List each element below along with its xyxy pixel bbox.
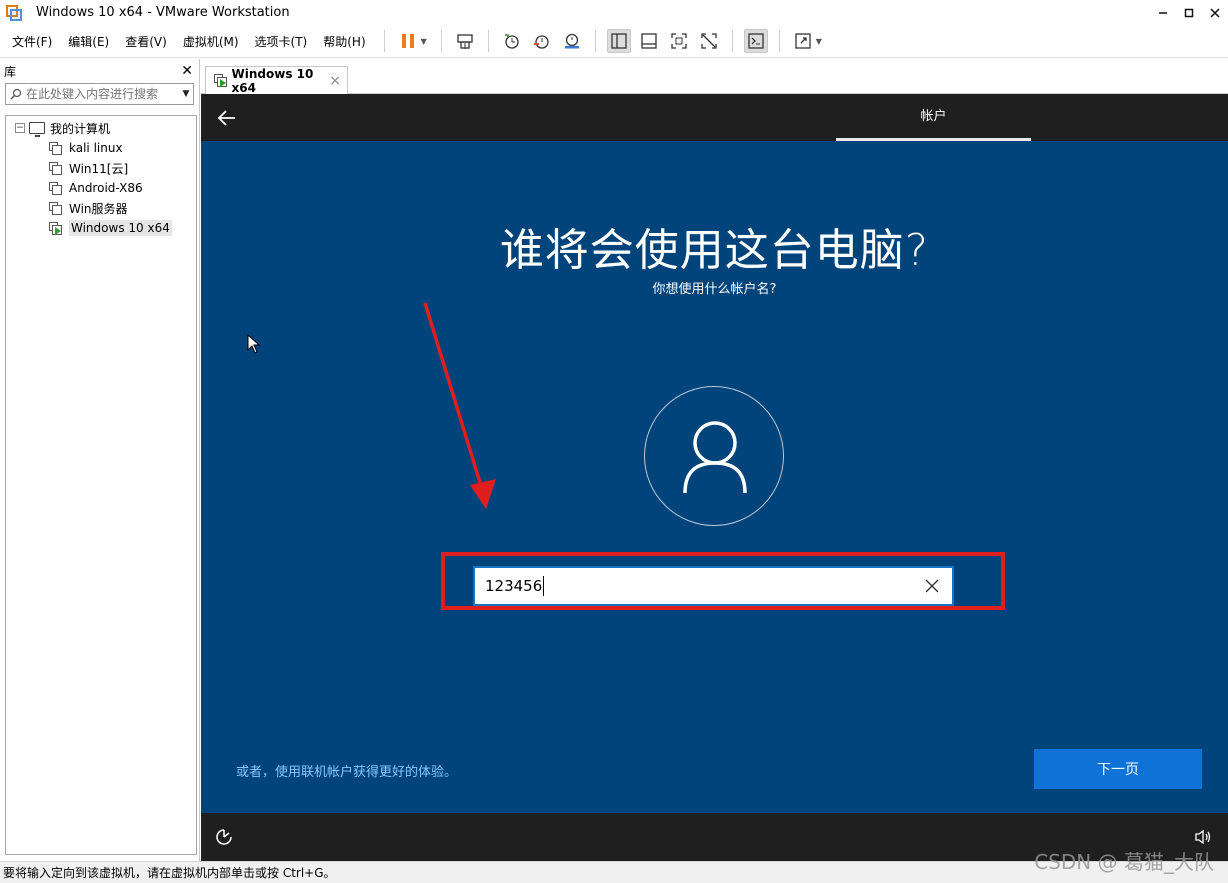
running-vm-icon: [49, 221, 62, 235]
vm-icon: [49, 161, 62, 175]
library-header: 库 ✕: [0, 59, 199, 83]
tree-item-win11[interactable]: Win11[云]: [6, 158, 196, 178]
send-ctrl-alt-del-icon[interactable]: [453, 29, 477, 53]
vmware-logo-icon: [6, 4, 22, 21]
menu-help[interactable]: 帮助(H): [317, 33, 371, 50]
library-tree: − 我的计算机 kali linux Win11[云] Android-X86 …: [5, 115, 197, 855]
toolbar-separator: [440, 30, 442, 52]
show-library-icon[interactable]: [606, 29, 631, 53]
oobe-subheading: 你想使用什么帐户名?: [652, 282, 777, 297]
search-dropdown-icon[interactable]: ▼: [179, 89, 193, 99]
close-window-button[interactable]: [1202, 0, 1228, 25]
tree-item-label: Win服务器: [69, 201, 128, 216]
fit-guest-icon[interactable]: [667, 29, 691, 53]
online-account-link[interactable]: 或者，使用联机帐户获得更好的体验。: [236, 761, 457, 780]
menu-edit[interactable]: 编辑(E): [62, 33, 115, 50]
toolbar-separator: [487, 30, 489, 52]
accessibility-icon[interactable]: [215, 828, 233, 846]
tree-item-label: kali linux: [69, 141, 123, 155]
snapshot-icon[interactable]: [500, 29, 524, 53]
user-icon: [683, 421, 747, 494]
vm-icon: [49, 201, 62, 215]
volume-icon[interactable]: [1194, 829, 1212, 845]
window-title: Windows 10 x64 - VMware Workstation: [36, 5, 290, 20]
vm-console[interactable]: 帐户 谁将会使用这台电脑? 你想使用什么帐户名? 123456 或者，使用联机帐…: [201, 94, 1228, 861]
status-text: 要将输入定向到该虚拟机，请在虚拟机内部单击或按 Ctrl+G。: [3, 866, 336, 880]
full-screen-dropdown-icon[interactable]: ▼: [816, 37, 822, 46]
pause-icon[interactable]: [396, 29, 420, 53]
library-search[interactable]: ▼: [5, 83, 194, 105]
tree-root-label: 我的计算机: [50, 121, 111, 136]
close-tab-icon[interactable]: ×: [329, 73, 341, 89]
menu-toolbar: 文件(F) 编辑(E) 查看(V) 虚拟机(M) 选项卡(T) 帮助(H) ▼ …: [0, 25, 1228, 58]
toolbar-separator: [731, 30, 733, 52]
tab-windows-10[interactable]: Windows 10 x64 ×: [205, 66, 348, 95]
snapshot-manager-icon[interactable]: [560, 29, 584, 53]
revert-snapshot-icon[interactable]: [530, 29, 554, 53]
toolbar-separator: [778, 30, 780, 52]
search-icon: [6, 88, 26, 100]
text-caret: [543, 576, 545, 596]
step-account: 帐户: [920, 109, 947, 124]
full-screen-icon[interactable]: [791, 29, 815, 53]
user-avatar: [644, 386, 784, 526]
tree-item-android-x86[interactable]: Android-X86: [6, 178, 196, 198]
vm-icon: [49, 141, 62, 155]
thumbnail-bar-icon[interactable]: [637, 29, 661, 53]
unity-mode-icon[interactable]: [697, 29, 721, 53]
collapse-toggle-icon[interactable]: −: [15, 123, 25, 133]
next-button[interactable]: 下一页: [1034, 749, 1202, 789]
console-view-icon[interactable]: [743, 29, 768, 53]
mouse-cursor-icon: [247, 334, 261, 354]
tree-item-label: Win11[云]: [69, 161, 129, 176]
username-value: 123456: [485, 577, 543, 595]
clear-icon[interactable]: [924, 578, 940, 594]
toolbar-separator: [383, 30, 385, 52]
menu-view[interactable]: 查看(V): [119, 33, 173, 50]
tree-item-windows-10[interactable]: Windows 10 x64: [6, 218, 196, 238]
tab-label: Windows 10 x64: [231, 66, 314, 95]
toolbar-separator: [594, 30, 596, 52]
maximize-button[interactable]: [1176, 0, 1202, 25]
close-library-icon[interactable]: ✕: [181, 63, 193, 79]
annotation-arrow: [423, 302, 496, 509]
running-vm-icon: [214, 74, 227, 87]
minimize-button[interactable]: [1150, 0, 1176, 25]
library-panel: 库 ✕ ▼ − 我的计算机 kali linux Win11[云] Androi…: [0, 59, 200, 861]
vm-icon: [49, 181, 62, 195]
tree-root-my-computer[interactable]: − 我的计算机: [6, 118, 196, 138]
power-dropdown-icon[interactable]: ▼: [421, 37, 427, 46]
menu-vm[interactable]: 虚拟机(M): [177, 33, 245, 50]
title-bar: Windows 10 x64 - VMware Workstation: [0, 0, 1228, 25]
vm-tab-bar: Windows 10 x64 ×: [201, 59, 1228, 95]
tree-item-win-server[interactable]: Win服务器: [6, 198, 196, 218]
library-search-input[interactable]: [26, 87, 179, 101]
computer-icon: [29, 122, 45, 137]
menu-tabs[interactable]: 选项卡(T): [249, 33, 314, 50]
username-input[interactable]: 123456: [473, 566, 954, 606]
menu-file[interactable]: 文件(F): [6, 33, 58, 50]
tree-item-label: Windows 10 x64: [69, 220, 172, 236]
watermark: CSDN @ 葛猫_大队: [1034, 850, 1214, 874]
window-controls: [1150, 0, 1228, 25]
oobe-heading: 谁将会使用这台电脑?: [499, 225, 930, 276]
step-underline: [836, 138, 1031, 141]
tree-item-label: Android-X86: [69, 181, 143, 195]
library-title: 库: [4, 64, 17, 79]
oobe-header: 帐户: [201, 94, 1228, 141]
back-arrow-icon[interactable]: [215, 106, 239, 130]
tree-item-kali-linux[interactable]: kali linux: [6, 138, 196, 158]
